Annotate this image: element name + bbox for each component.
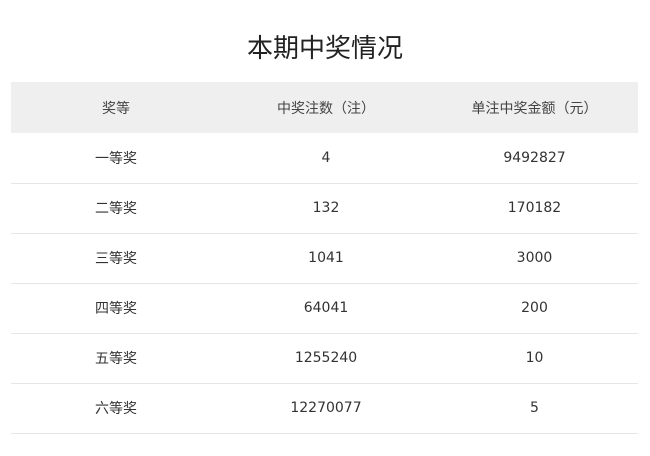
prize-table: 奖等 中奖注数（注） 单注中奖金额（元） 一等奖 4 9492827 二等奖 1… bbox=[11, 82, 638, 434]
table-row: 六等奖 12270077 5 bbox=[11, 383, 638, 433]
page-title: 本期中奖情况 bbox=[246, 34, 403, 65]
header-prize-amount: 单注中奖金额（元） bbox=[471, 100, 598, 117]
table-row: 二等奖 132 170182 bbox=[11, 183, 638, 233]
prize-amount-cell: 9492827 bbox=[503, 149, 566, 166]
prize-level-cell: 四等奖 bbox=[95, 301, 137, 317]
header-row: 奖等 中奖注数（注） 单注中奖金额（元） bbox=[11, 82, 638, 133]
header-prize-level: 奖等 bbox=[102, 100, 130, 117]
table-header: 奖等 中奖注数（注） 单注中奖金额（元） bbox=[11, 82, 638, 133]
table-body: 一等奖 4 9492827 二等奖 132 170182 三等奖 1041 30… bbox=[11, 133, 638, 433]
winner-count-cell: 1041 bbox=[308, 250, 344, 266]
table-row: 一等奖 4 9492827 bbox=[11, 133, 638, 183]
prize-amount-cell: 170182 bbox=[507, 200, 562, 216]
winner-count-cell: 12270077 bbox=[290, 400, 362, 416]
prize-level-cell: 三等奖 bbox=[95, 251, 137, 267]
prize-amount-cell: 200 bbox=[521, 300, 548, 316]
prize-amount-cell: 3000 bbox=[516, 250, 553, 266]
table-row: 五等奖 1255240 10 bbox=[11, 333, 638, 383]
winner-count-cell: 132 bbox=[312, 200, 340, 216]
prize-amount-cell: 10 bbox=[525, 350, 544, 366]
prize-level-cell: 六等奖 bbox=[95, 401, 137, 417]
prize-amount-cell: 5 bbox=[530, 400, 539, 416]
header-winner-count: 中奖注数（注） bbox=[277, 100, 375, 117]
winner-count-cell: 4 bbox=[321, 149, 331, 166]
table-row: 四等奖 64041 200 bbox=[11, 283, 638, 333]
prize-level-cell: 五等奖 bbox=[95, 351, 137, 367]
winner-count-cell: 1255240 bbox=[294, 350, 358, 366]
prize-level-cell: 一等奖 bbox=[95, 150, 137, 167]
table-row: 三等奖 1041 3000 bbox=[11, 233, 638, 283]
prize-level-cell: 二等奖 bbox=[95, 201, 137, 217]
winner-count-cell: 64041 bbox=[303, 300, 349, 316]
